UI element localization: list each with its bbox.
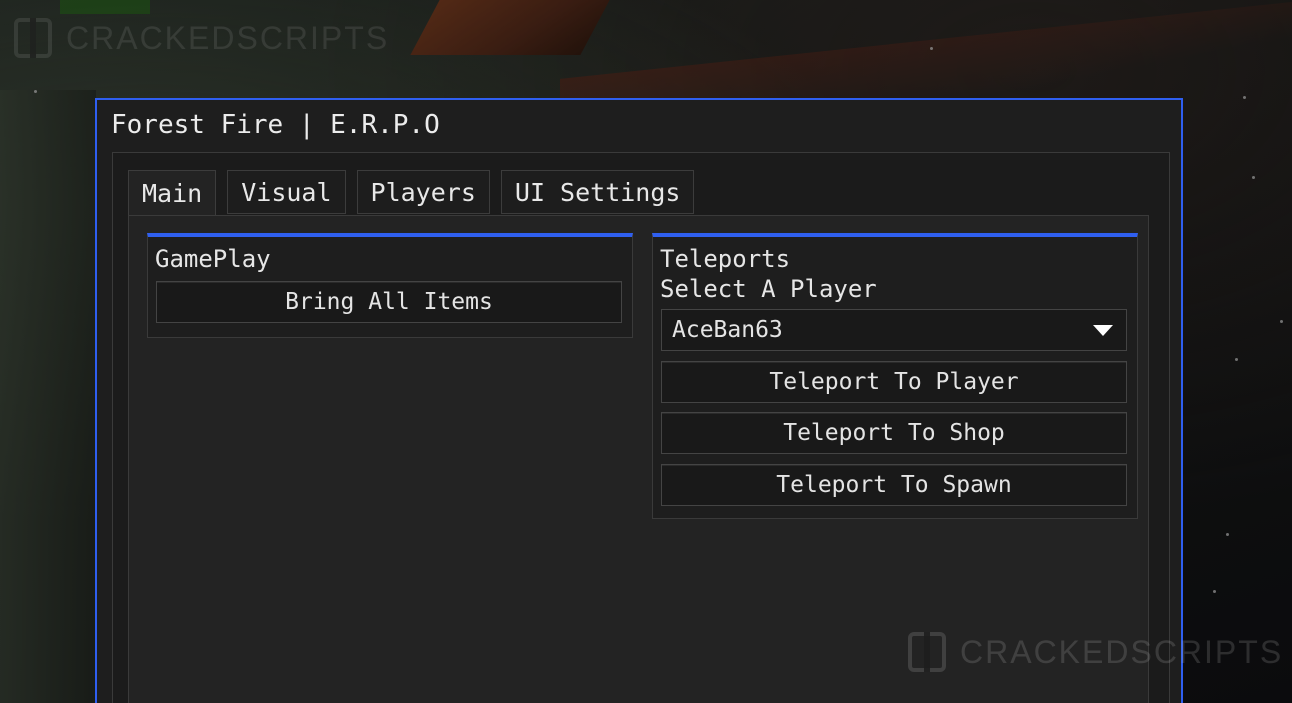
- background-star: [1226, 533, 1229, 536]
- tab-content-main: GamePlay Bring All Items Teleports Selec…: [128, 215, 1149, 703]
- background-foliage: [60, 0, 150, 14]
- teleports-section: Teleports Select A Player AceBan63 Telep…: [652, 233, 1138, 519]
- tab-bar: Main Visual Players UI Settings: [128, 170, 695, 216]
- tab-main[interactable]: Main: [128, 170, 217, 216]
- player-dropdown-value: AceBan63: [672, 317, 783, 343]
- watermark-bottom: CRACKEDSCRIPTS: [908, 632, 1283, 672]
- background-star: [1280, 320, 1283, 323]
- watermark-text: CRACKEDSCRIPTS: [66, 19, 390, 56]
- background-star: [1235, 358, 1238, 361]
- tab-ui-settings[interactable]: UI Settings: [500, 170, 695, 214]
- bring-all-items-button[interactable]: Bring All Items: [156, 281, 622, 323]
- window-body: Main Visual Players UI Settings GamePlay…: [112, 152, 1170, 703]
- background-beam: [410, 0, 610, 55]
- background-wall: [0, 90, 96, 703]
- watermark-logo-icon: [14, 18, 52, 58]
- background-star: [1213, 590, 1216, 593]
- gameplay-section: GamePlay Bring All Items: [147, 233, 633, 338]
- teleport-to-spawn-button[interactable]: Teleport To Spawn: [661, 464, 1127, 506]
- background-star: [34, 90, 37, 93]
- window-title: Forest Fire | E.R.P.O: [111, 110, 440, 140]
- background-star: [930, 47, 933, 50]
- chevron-down-icon: [1093, 324, 1113, 336]
- watermark-text: CRACKEDSCRIPTS: [960, 633, 1284, 670]
- watermark-top: CRACKEDSCRIPTS: [14, 18, 389, 58]
- tab-players[interactable]: Players: [356, 170, 490, 214]
- gameplay-title: GamePlay: [155, 245, 271, 273]
- background-star: [1243, 96, 1246, 99]
- script-window: Forest Fire | E.R.P.O Main Visual Player…: [95, 98, 1183, 703]
- tab-visual[interactable]: Visual: [227, 170, 346, 214]
- player-dropdown[interactable]: AceBan63: [661, 309, 1127, 351]
- watermark-logo-icon: [908, 632, 946, 672]
- teleport-to-player-button[interactable]: Teleport To Player: [661, 361, 1127, 403]
- teleport-to-shop-button[interactable]: Teleport To Shop: [661, 412, 1127, 454]
- background-star: [1252, 176, 1255, 179]
- teleports-title: Teleports: [660, 245, 791, 273]
- select-player-label: Select A Player: [660, 275, 877, 303]
